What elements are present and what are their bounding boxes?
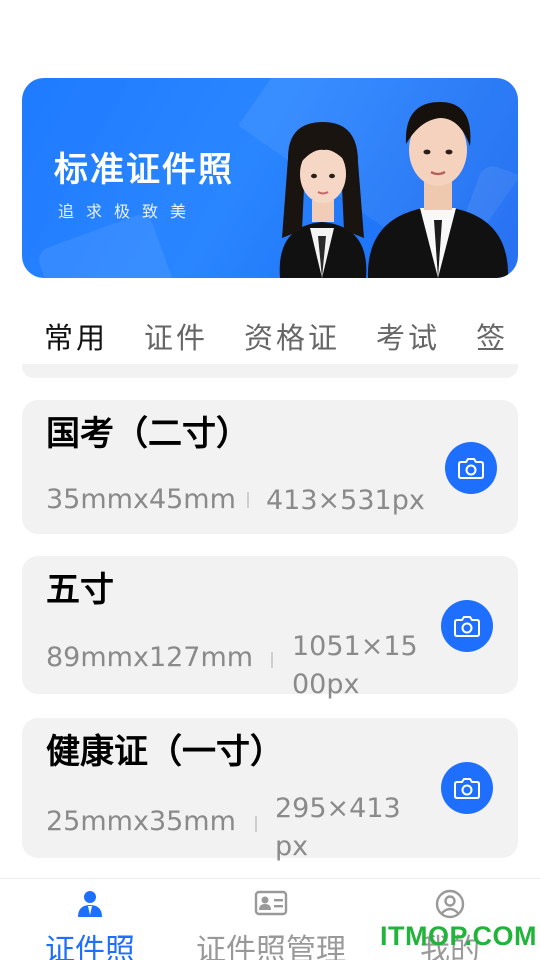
promo-banner[interactable]: 标准证件照 追求极致美 [22, 78, 518, 278]
camera-icon [458, 458, 484, 479]
spec-size-px: 413×531px [266, 485, 425, 516]
camera-button[interactable] [441, 600, 493, 652]
photo-spec-card[interactable]: 国考（二寸） 35mmx45mm 413×531px [22, 400, 518, 534]
profile-icon [435, 889, 465, 919]
spec-size-mm: 35mmx45mm [46, 484, 236, 515]
spec-title: 五寸 [46, 570, 114, 610]
camera-button[interactable] [445, 442, 497, 494]
camera-button[interactable] [441, 762, 493, 814]
tab-qualification[interactable]: 资格证 [244, 310, 340, 366]
male-portrait-image [367, 102, 509, 278]
tab-common[interactable]: 常用 [44, 310, 108, 366]
nav-label: 证件照 [45, 933, 135, 960]
photo-spec-card[interactable]: 五寸 89mmx127mm 1051×1500px [22, 556, 518, 700]
person-icon [78, 891, 102, 917]
divider [247, 492, 249, 508]
spec-title: 国考（二寸） [46, 414, 250, 454]
spec-title: 健康证（一寸） [46, 732, 284, 772]
divider [255, 816, 257, 832]
spec-size-mm: 89mmx127mm [46, 642, 254, 673]
spec-size-px: 295×413px [275, 793, 401, 862]
nav-item-photo-management[interactable]: 证件照管理 [186, 879, 356, 960]
divider [271, 652, 273, 668]
banner-subtitle: 追求极致美 [58, 202, 199, 221]
nav-label: 证件照管理 [196, 933, 346, 960]
id-card-icon [254, 890, 288, 916]
photo-spec-card[interactable]: 健康证（一寸） 25mmx35mm 295×413px [22, 718, 518, 862]
banner-title: 标准证件照 [54, 150, 234, 190]
camera-icon [454, 778, 480, 799]
tab-exam[interactable]: 考试 [376, 310, 440, 366]
tab-visa[interactable]: 签 [476, 310, 508, 366]
spec-size-mm: 25mmx35mm [46, 806, 236, 837]
nav-item-id-photo[interactable]: 证件照 [30, 879, 150, 960]
previous-card-edge [22, 364, 518, 378]
camera-icon [454, 616, 480, 637]
tab-id[interactable]: 证件 [144, 310, 208, 366]
category-tabs: 常用 证件 资格证 考试签 [22, 310, 522, 366]
spec-size-px: 1051×1500px [292, 631, 418, 700]
watermark-text: ITMOP.COM [380, 921, 538, 951]
